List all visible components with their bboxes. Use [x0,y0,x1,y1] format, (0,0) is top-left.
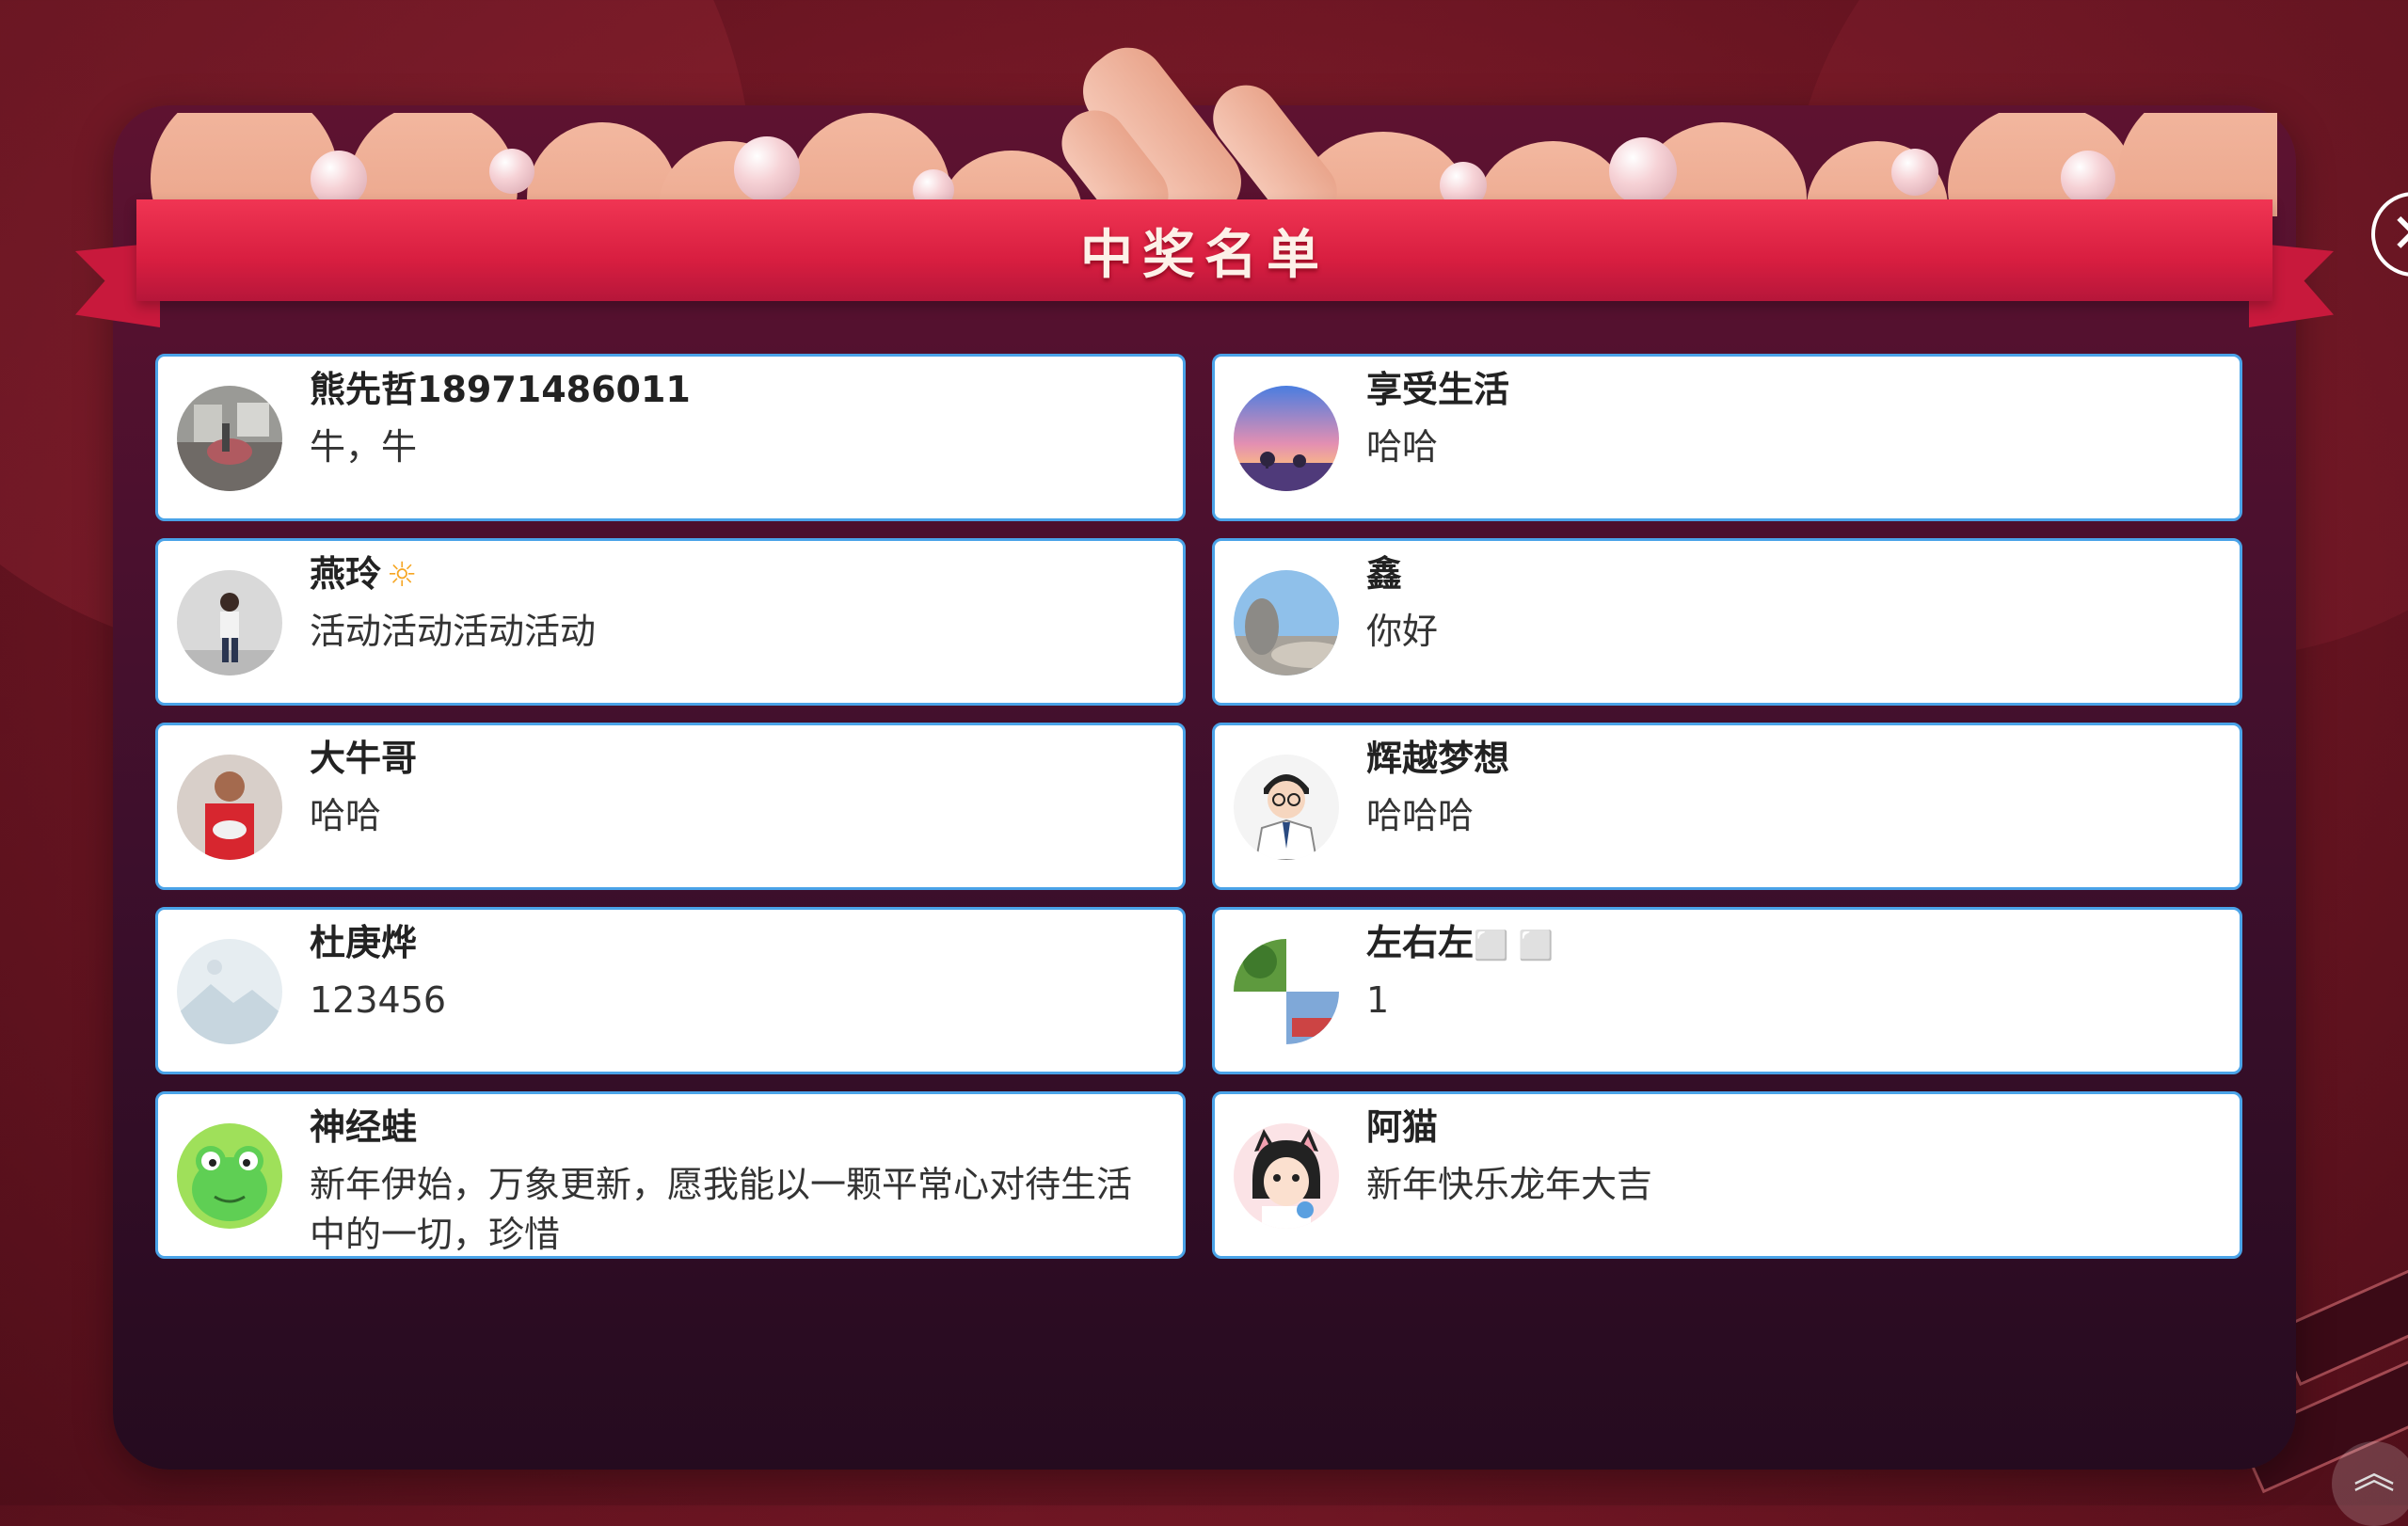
avatar [1234,570,1339,676]
avatar [1234,1123,1339,1229]
avatar [177,755,282,860]
winner-card: 熊先哲18971486011 牛，牛 [155,354,1186,521]
avatar [177,386,282,491]
sun-icon: ☼ [387,556,418,595]
winner-message: 新年快乐龙年大吉 [1366,1164,1653,1205]
winner-name: 左右左⬜ ⬜ [1366,922,1555,963]
winner-message: 活动活动活动活动 [310,611,597,652]
avatar [1234,386,1339,491]
avatar [177,939,282,1044]
winner-name: 熊先哲18971486011 [310,369,691,410]
unknown-glyph-icon: ⬜ ⬜ [1474,930,1555,962]
winner-message: 哈哈哈 [1366,795,1475,836]
winner-grid: 熊先哲18971486011 牛，牛 享受生活 哈哈 燕玲 ☼ 活动活动活动活动… [155,354,2242,1259]
winner-message: 1 [1366,979,1390,1021]
winner-card: 鑫 你好 [1212,538,2242,706]
winner-card: 大牛哥 哈哈 [155,723,1186,890]
winner-name: 大牛哥 [310,738,418,779]
winner-card: 神经蛙 新年伊始，万象更新，愿我能以一颗平常心对待生活中的一切，珍惜 [155,1091,1186,1259]
winner-message: 哈哈 [310,795,382,836]
avatar [177,570,282,676]
avatar [1234,755,1339,860]
winner-name: 神经蛙 [310,1106,418,1148]
winner-message: 123456 [310,979,447,1021]
modal-title: 中奖名单 [1080,224,1329,286]
winner-name: 阿猫 [1366,1106,1439,1148]
winner-card: 辉越梦想 哈哈哈 [1212,723,2242,890]
winner-name: 杜庚烨 [310,922,418,963]
winner-message: 你好 [1366,611,1439,652]
winner-name: 鑫 [1366,553,1403,595]
winner-message: 哈哈 [1366,426,1439,468]
winner-card: 享受生活 哈哈 [1212,354,2242,521]
winner-name: 燕玲 ☼ [310,553,418,595]
winner-message: 新年伊始，万象更新，愿我能以一颗平常心对待生活中的一切，珍惜 [310,1164,1133,1255]
avatar [177,1123,282,1229]
winner-name: 辉越梦想 [1366,738,1510,779]
scroll-to-top-button[interactable]: ︽ [2332,1441,2408,1526]
winner-card: 阿猫 新年快乐龙年大吉 [1212,1091,2242,1259]
winner-card: 左右左⬜ ⬜ 1 [1212,907,2242,1074]
winner-card: 燕玲 ☼ 活动活动活动活动 [155,538,1186,706]
avatar [1234,939,1339,1044]
winner-card: 杜庚烨 123456 [155,907,1186,1074]
winner-message: 牛，牛 [310,426,418,468]
winner-name: 享受生活 [1366,369,1510,410]
